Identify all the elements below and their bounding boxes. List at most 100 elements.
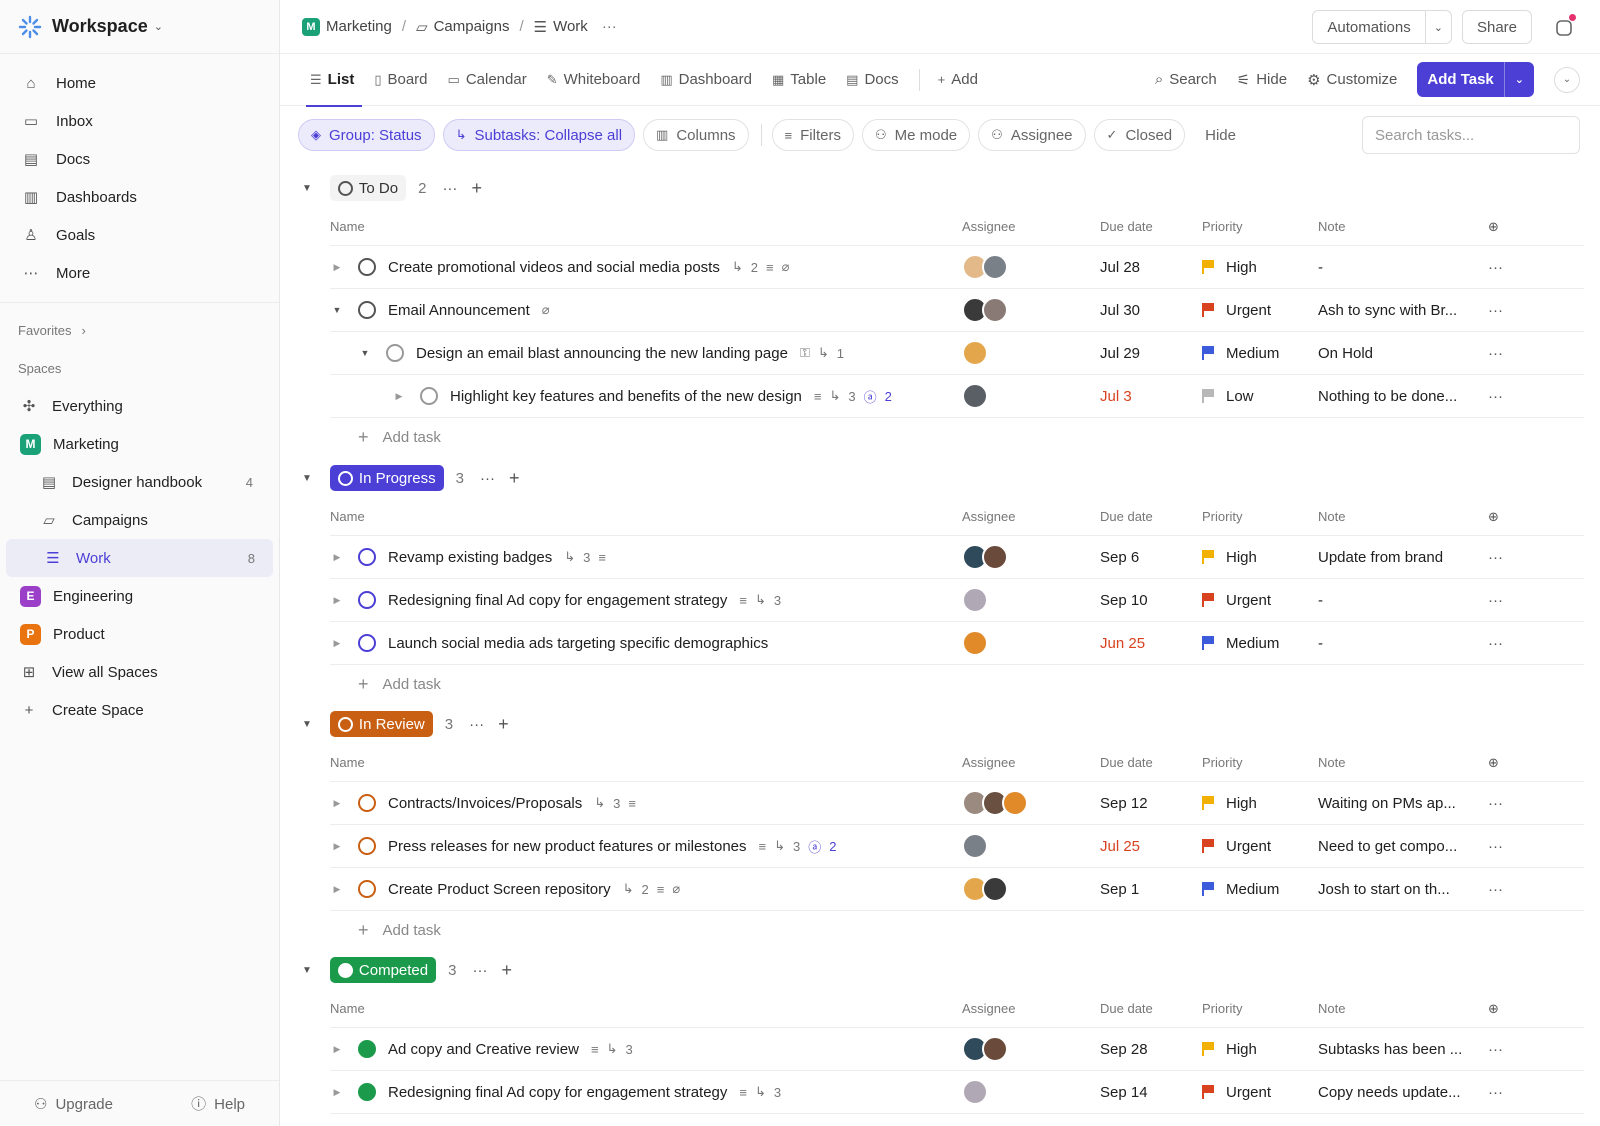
caret-right-icon[interactable]: ▶	[330, 262, 344, 273]
assignee-avatars[interactable]	[962, 1036, 1008, 1062]
priority[interactable]: Medium	[1202, 881, 1279, 898]
caret-right-icon[interactable]: ▶	[392, 391, 406, 402]
nav-inbox[interactable]: ▭ Inbox	[0, 102, 279, 140]
caret-right-icon[interactable]: ▶	[330, 552, 344, 563]
group-status-chip[interactable]: ◈ Group: Status	[298, 119, 435, 151]
workspace-switcher[interactable]: Workspace ⌄	[0, 0, 279, 54]
assignee-avatars[interactable]	[962, 340, 988, 366]
nav-docs[interactable]: ▤ Docs	[0, 140, 279, 178]
more-icon[interactable]: ···	[442, 180, 457, 197]
status-icon[interactable]	[358, 880, 376, 898]
more-icon[interactable]: ···	[1488, 302, 1503, 319]
customize-button[interactable]: ⚙ Customize	[1307, 71, 1397, 89]
more-icon[interactable]: ···	[1488, 1041, 1503, 1058]
add-column-icon[interactable]: ⊕	[1488, 219, 1499, 235]
status-pill-in-progress[interactable]: In Progress	[329, 465, 444, 491]
tab-docs[interactable]: ▤ Docs	[846, 54, 898, 106]
note[interactable]: Nothing to be done...	[1318, 388, 1457, 405]
collapse-icon[interactable]: ⌄	[1554, 66, 1580, 93]
more-icon[interactable]: ···	[1488, 635, 1503, 652]
status-icon[interactable]	[358, 591, 376, 609]
space-marketing[interactable]: M Marketing	[0, 425, 279, 463]
plus-icon[interactable]: +	[471, 178, 482, 199]
more-icon[interactable]: ···	[472, 962, 487, 979]
table-row[interactable]: ▶ Redesigning final Ad copy for engagemen…	[330, 1071, 1584, 1114]
closed-chip[interactable]: ✓ Closed	[1093, 119, 1186, 151]
help-button[interactable]: ⓘ Help	[191, 1093, 245, 1114]
more-icon[interactable]: ···	[469, 716, 484, 733]
priority[interactable]: Urgent	[1202, 838, 1271, 855]
breadcrumb-campaigns[interactable]: Campaigns	[434, 18, 510, 35]
tab-dashboard[interactable]: ▥ Dashboard	[660, 54, 752, 106]
table-row[interactable]: ▶ Create promotional videos and social me…	[330, 246, 1584, 289]
search-tasks-input[interactable]: Search tasks...	[1362, 116, 1580, 154]
caret-down-icon[interactable]: ▼	[302, 965, 312, 976]
note[interactable]: On Hold	[1318, 345, 1373, 362]
check-circle-icon[interactable]	[358, 1083, 376, 1101]
status-pill-competed[interactable]: Competed	[329, 957, 437, 983]
caret-down-icon[interactable]: ▼	[330, 305, 344, 315]
more-icon[interactable]: ···	[1488, 838, 1503, 855]
space-everything[interactable]: ✣ Everything	[0, 387, 279, 425]
plus-icon[interactable]: +	[498, 714, 509, 735]
table-row[interactable]: ▶ Contracts/Invoices/Proposals ↳ 3 ≡ Sep 12 …	[330, 782, 1584, 825]
priority[interactable]: Low	[1202, 388, 1254, 405]
plus-icon[interactable]: +	[501, 960, 512, 981]
plus-icon[interactable]: +	[509, 468, 520, 489]
columns-chip[interactable]: ▥ Columns	[643, 119, 749, 151]
assignee-avatars[interactable]	[962, 790, 1028, 816]
add-column-icon[interactable]: ⊕	[1488, 755, 1499, 771]
priority[interactable]: High	[1202, 795, 1257, 812]
caret-right-icon[interactable]: ▶	[330, 1087, 344, 1098]
add-task-row[interactable]: + Add task	[358, 665, 1600, 703]
nav-home[interactable]: ⌂ Home	[0, 64, 279, 102]
due-date[interactable]: Jul 3	[1100, 388, 1132, 405]
status-icon[interactable]	[358, 548, 376, 566]
status-icon[interactable]	[358, 301, 376, 319]
chevron-down-icon[interactable]: ⌄	[1503, 62, 1534, 97]
filters-chip[interactable]: ≡ Filters	[771, 119, 854, 151]
nav-goals[interactable]: ♙ Goals	[0, 216, 279, 254]
due-date[interactable]: Jul 29	[1100, 345, 1140, 362]
caret-right-icon[interactable]: ▶	[330, 841, 344, 852]
subtasks-chip[interactable]: ↳ Subtasks: Collapse all	[442, 119, 636, 151]
task-name[interactable]: Redesigning final Ad copy for engagement…	[388, 1084, 727, 1101]
chevron-down-icon[interactable]: ⌄	[1424, 11, 1451, 43]
breadcrumb-marketing[interactable]: Marketing	[326, 18, 392, 35]
note[interactable]: Subtasks has been ...	[1318, 1041, 1462, 1058]
due-date[interactable]: Jun 25	[1100, 635, 1145, 652]
assignee-chip[interactable]: ⚇ Assignee	[978, 119, 1086, 151]
tab-table[interactable]: ▦ Table	[772, 54, 826, 106]
folder-campaigns[interactable]: ▱ Campaigns	[0, 501, 279, 539]
more-icon[interactable]: ···	[480, 470, 495, 487]
status-icon[interactable]	[420, 387, 438, 405]
space-product[interactable]: P Product	[0, 615, 279, 653]
assignee-avatars[interactable]	[962, 297, 1008, 323]
table-row[interactable]: ▼ Design an email blast announcing the ne…	[330, 332, 1584, 375]
hide-filter-button[interactable]: Hide	[1205, 127, 1236, 144]
task-name[interactable]: Launch social media ads targeting specif…	[388, 635, 768, 652]
priority[interactable]: High	[1202, 1041, 1257, 1058]
caret-down-icon[interactable]: ▼	[302, 473, 312, 484]
task-name[interactable]: Create Product Screen repository	[388, 881, 611, 898]
note[interactable]: -	[1318, 635, 1323, 652]
caret-right-icon[interactable]: ▶	[330, 638, 344, 649]
due-date[interactable]: Sep 1	[1100, 881, 1139, 898]
more-icon[interactable]: ···	[1488, 795, 1503, 812]
more-icon[interactable]: ···	[1488, 388, 1503, 405]
due-date[interactable]: Sep 12	[1100, 795, 1148, 812]
caret-down-icon[interactable]: ▼	[302, 183, 312, 194]
favorites-header[interactable]: Favorites ›	[0, 311, 279, 349]
status-pill-todo[interactable]: To Do	[329, 175, 407, 201]
notification-icon[interactable]	[1552, 14, 1578, 40]
status-icon[interactable]	[358, 794, 376, 812]
tab-whiteboard[interactable]: ✎ Whiteboard	[547, 54, 641, 106]
status-icon[interactable]	[358, 837, 376, 855]
status-icon[interactable]	[386, 344, 404, 362]
nav-more[interactable]: ⋯ More	[0, 254, 279, 292]
status-icon[interactable]	[358, 634, 376, 652]
note[interactable]: -	[1318, 259, 1323, 276]
assignee-avatars[interactable]	[962, 876, 1008, 902]
assignee-avatars[interactable]	[962, 1079, 988, 1105]
task-name[interactable]: Email Announcement	[388, 302, 530, 319]
